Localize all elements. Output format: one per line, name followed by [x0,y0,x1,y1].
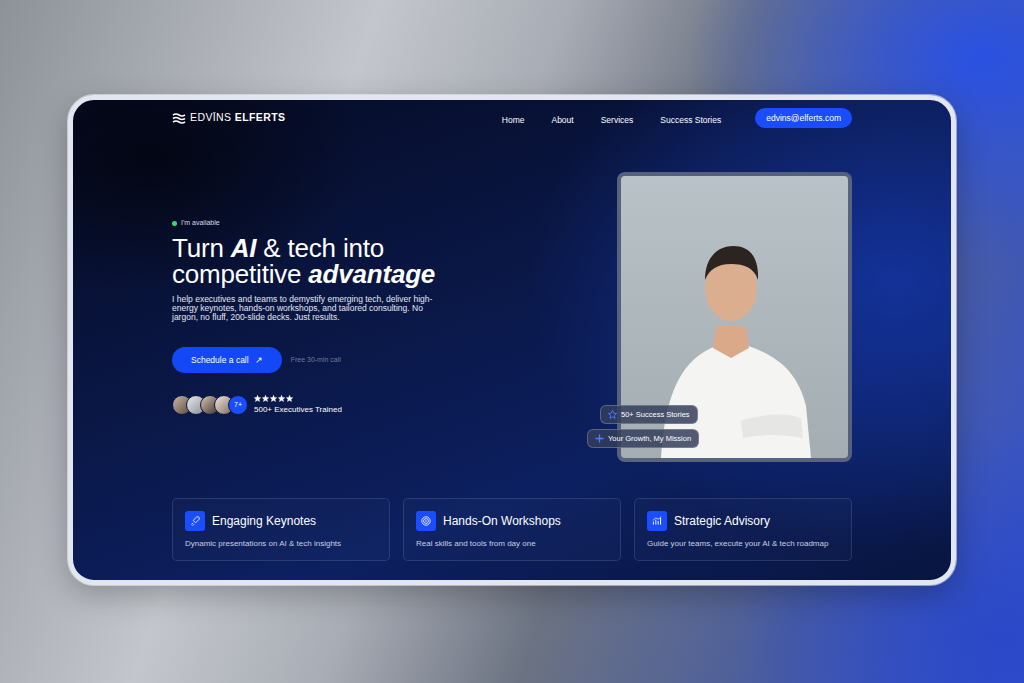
service-icon-box [647,511,667,531]
service-card[interactable]: Engaging Keynotes Dynamic presentations o… [172,498,390,561]
proof-label: 500+ Executives Trained [254,404,342,416]
target-icon [420,515,432,527]
badge-label: Your Growth, My Mission [608,433,691,444]
schedule-call-button[interactable]: Schedule a call ↗ [172,347,282,373]
avatar-count-badge: 7+ [228,395,248,415]
heading-line: competitive advantage [172,261,435,287]
contact-button[interactable]: edvins@elferts.com [755,108,852,128]
heading-segment: Turn [172,233,231,263]
hero-heading: Turn AI & tech intocompetitive advantage [172,235,435,287]
service-description: Real skills and tools from day one [416,538,608,550]
nav-link[interactable]: About [551,115,573,125]
service-title: Engaging Keynotes [212,512,316,530]
service-header: Strategic Advisory [647,511,839,531]
star-icon [270,395,277,402]
star-icon [262,395,269,402]
nav-link[interactable]: Home [502,115,525,125]
star-icon [608,410,617,419]
rating-block: 500+ Executives Trained [254,395,342,416]
nav-item: Success Stories [660,106,721,130]
service-header: Hands-On Workshops [416,511,608,531]
plus-icon [595,434,604,443]
service-header: Engaging Keynotes [185,511,377,531]
rocket-icon [189,515,201,527]
star-icon [278,395,285,402]
availability-dot [172,221,177,226]
nav-item: Services [601,106,634,130]
cta-note: Free 30-min call [291,355,341,366]
website-frame: EDVĪNS ELFERTS Home About Services Success S… [68,95,956,585]
hero-text: I'm available Turn AI & tech intocompetit… [172,218,572,416]
service-icon-box [185,511,205,531]
service-title: Hands-On Workshops [443,512,561,530]
page-background: EDVĪNS ELFERTS Home About Services Success S… [0,0,1024,585]
hero-section: I'm available Turn AI & tech intocompetit… [172,172,852,462]
nav-menu: Home About Services Success Stories [502,106,721,130]
service-description: Guide your teams, execute your AI & tech… [647,538,839,550]
arrow-icon: ↗ [255,355,263,365]
social-proof: 7+ 500+ Executives Trained [172,395,342,416]
service-description: Dynamic presentations on AI & tech insig… [185,538,377,550]
portrait-badge: Your Growth, My Mission [587,429,699,448]
portrait-area: 50+ Success StoriesYour Growth, My Missi… [617,172,852,462]
heading-line: Turn AI & tech into [172,235,435,261]
heading-segment: advantage [308,259,435,289]
service-icon-box [416,511,436,531]
nav-item: About [551,106,573,130]
nav-item: Home [502,106,525,130]
nav-link[interactable]: Services [601,115,634,125]
star-rating [254,395,342,402]
nav-link[interactable]: Success Stories [660,115,721,125]
cta-row: Schedule a call ↗ Free 30-min call [172,347,341,373]
logo-first-name: EDVĪNS [190,111,232,123]
heading-segment: AI [231,233,257,263]
heading-segment: & tech into [256,233,384,263]
service-card[interactable]: Hands-On Workshops Real skills and tools … [403,498,621,561]
star-icon [286,395,293,402]
avatar-stack: 7+ [172,395,248,415]
top-navbar: EDVĪNS ELFERTS Home About Services Success S… [172,107,852,129]
site-logo[interactable]: EDVĪNS ELFERTS [172,110,285,126]
service-card[interactable]: Strategic Advisory Guide your teams, exec… [634,498,852,561]
chart-icon [651,515,663,527]
availability-status: I'm available [172,218,220,229]
availability-label: I'm available [181,218,220,229]
star-icon [254,395,261,402]
hero-description: I help executives and teams to demystify… [172,295,447,323]
service-title: Strategic Advisory [674,512,770,530]
cta-label: Schedule a call [191,355,249,365]
logo-text: EDVĪNS ELFERTS [190,110,285,126]
waves-logo-icon [172,112,186,124]
heading-segment: competitive [172,259,308,289]
logo-last-name: ELFERTS [235,111,286,123]
badge-label: 50+ Success Stories [621,409,690,420]
portrait-badge: 50+ Success Stories [600,405,698,424]
services-row: Engaging Keynotes Dynamic presentations o… [172,498,852,561]
